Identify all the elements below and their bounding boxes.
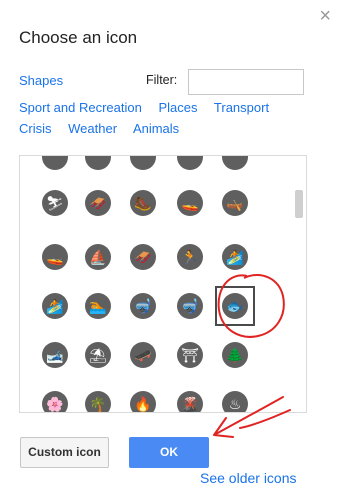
- swimming-icon[interactable]: 🏊: [85, 293, 111, 319]
- category-row-1: Sport and Recreation Places Transport: [19, 100, 282, 115]
- filter-input[interactable]: [188, 69, 304, 95]
- category-transport[interactable]: Transport: [214, 100, 269, 115]
- category-animals[interactable]: Animals: [133, 121, 179, 136]
- volcano-icon[interactable]: 🌋: [177, 391, 203, 412]
- luge-icon[interactable]: 🛷: [85, 190, 111, 216]
- snowmobile-icon[interactable]: 🛷: [130, 244, 156, 270]
- snorkeling-icon[interactable]: 🤿: [130, 293, 156, 319]
- category-places[interactable]: Places: [158, 100, 197, 115]
- scrollbar-thumb[interactable]: [295, 190, 303, 218]
- windsurfing-icon[interactable]: 🏄: [42, 293, 68, 319]
- shapes-link[interactable]: Shapes: [19, 73, 63, 88]
- campfire-icon[interactable]: 🔥: [130, 391, 156, 412]
- icon-partially-hidden[interactable]: [85, 156, 111, 170]
- hiking-icon[interactable]: 🥾: [130, 190, 156, 216]
- dialog-title: Choose an icon: [19, 28, 138, 47]
- filter-label: Filter:: [146, 73, 178, 87]
- tree-icon[interactable]: 🌲: [222, 342, 248, 368]
- see-older-icons-link[interactable]: See older icons: [200, 470, 297, 486]
- icon-partially-hidden[interactable]: [42, 156, 68, 170]
- category-crisis[interactable]: Crisis: [19, 121, 52, 136]
- kayaking-icon[interactable]: 🛶: [222, 190, 248, 216]
- flower-icon[interactable]: 🌸: [42, 391, 68, 412]
- icon-partially-hidden[interactable]: [177, 156, 203, 170]
- icon-partially-hidden[interactable]: [130, 156, 156, 170]
- icon-partially-hidden[interactable]: [222, 156, 248, 170]
- picnic-table-icon[interactable]: ⛩: [177, 342, 203, 368]
- beach-umbrella-icon[interactable]: ⛱: [85, 342, 111, 368]
- waterskiing-icon[interactable]: 🏄: [222, 244, 248, 270]
- icon-grid[interactable]: ⛷ 🛷 🥾 🚤 🛶 🚤 ⛵ 🛷 🏃 🏄 🏄 🏊 🤿 🤿 🐟 🎿 ⛱ 🛹 ⛩ 🌲 🌸 🌴 🔥 🌋 ♨: [19, 155, 307, 413]
- selected-icon-frame: [215, 286, 255, 326]
- category-sport-and-recreation[interactable]: Sport and Recreation: [19, 100, 142, 115]
- jet-ski-icon[interactable]: 🚤: [177, 190, 203, 216]
- scuba-diving-icon[interactable]: 🤿: [177, 293, 203, 319]
- skateboarding-icon[interactable]: 🛹: [130, 342, 156, 368]
- running-icon[interactable]: 🏃: [177, 244, 203, 270]
- ski-jumping-icon[interactable]: 🎿: [42, 342, 68, 368]
- ok-button[interactable]: OK: [129, 437, 209, 468]
- custom-icon-button[interactable]: Custom icon: [20, 437, 109, 468]
- sailing-icon[interactable]: ⛵: [85, 244, 111, 270]
- cross-country-skiing-icon[interactable]: ⛷: [42, 190, 68, 216]
- palm-tree-icon[interactable]: 🌴: [85, 391, 111, 412]
- category-row-2: Crisis Weather Animals: [19, 121, 192, 136]
- category-weather[interactable]: Weather: [68, 121, 117, 136]
- motorboat-icon[interactable]: 🚤: [42, 244, 68, 270]
- hot-springs-icon[interactable]: ♨: [222, 391, 248, 412]
- close-icon[interactable]: ×: [319, 6, 331, 26]
